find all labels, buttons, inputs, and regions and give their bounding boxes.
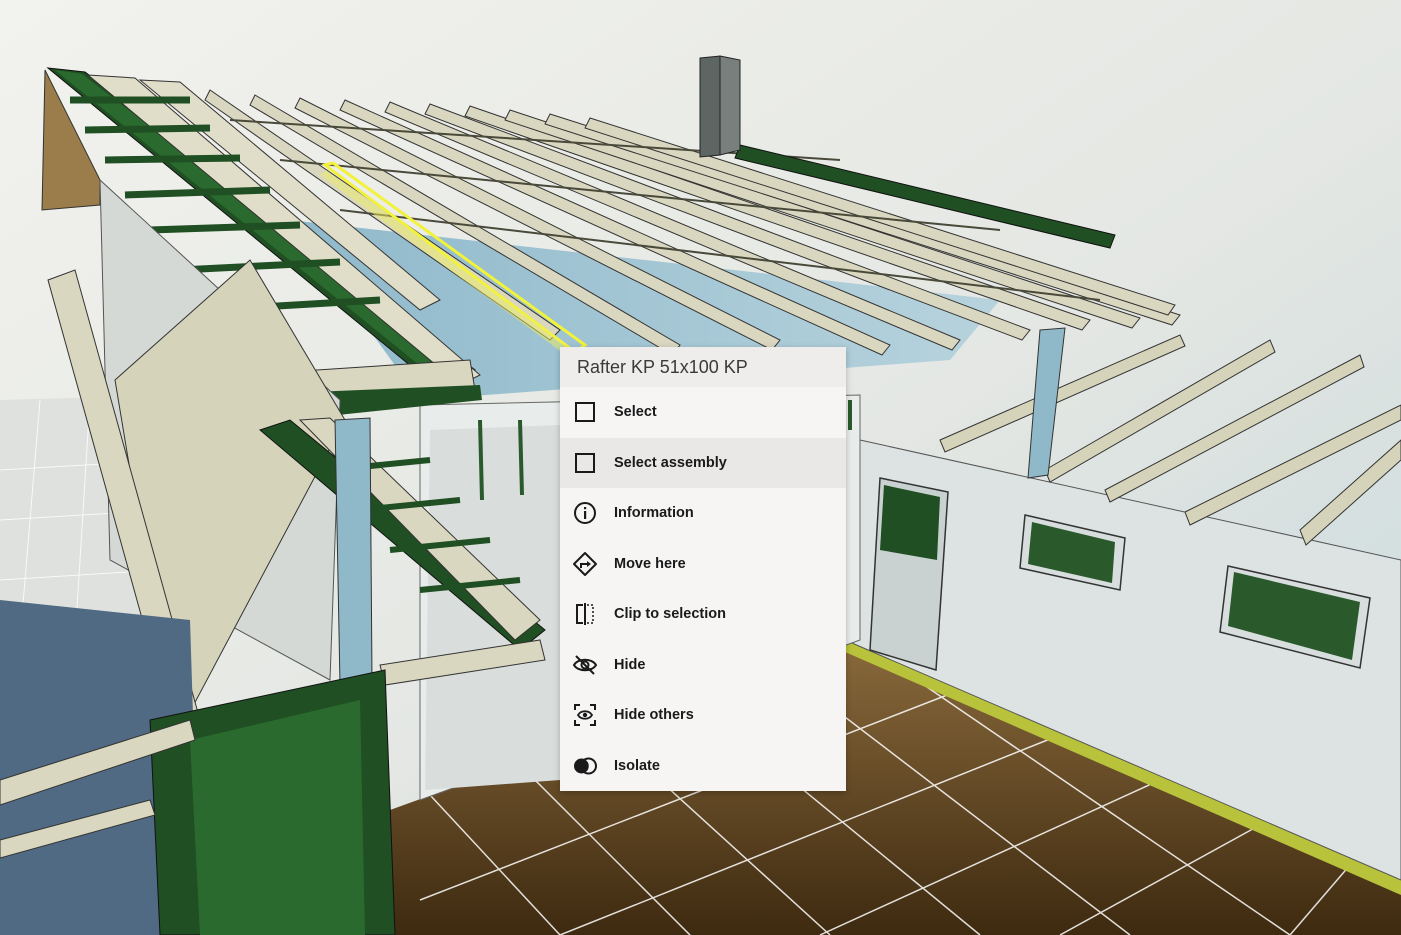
support-post-left <box>334 417 373 686</box>
menu-item-label: Clip to selection <box>614 606 726 623</box>
context-menu-title: Rafter KP 51x100 KP <box>560 347 846 387</box>
menu-item-hide-others[interactable]: Hide others <box>560 690 846 741</box>
3d-viewport[interactable]: Rafter KP 51x100 KP Select Select assemb… <box>0 0 1401 935</box>
menu-item-label: Information <box>614 505 694 522</box>
menu-item-isolate[interactable]: Isolate <box>560 741 846 792</box>
info-circle-icon <box>572 500 598 526</box>
menu-item-hide[interactable]: Hide <box>560 640 846 691</box>
menu-item-label: Move here <box>614 555 686 572</box>
checkbox-empty-icon <box>572 399 598 425</box>
menu-item-label: Isolate <box>614 757 660 774</box>
menu-item-clip-to-selection[interactable]: Clip to selection <box>560 589 846 640</box>
menu-item-label: Select assembly <box>614 454 727 471</box>
isolate-circles-icon <box>572 753 598 779</box>
menu-item-information[interactable]: Information <box>560 488 846 539</box>
eye-focus-icon <box>572 702 598 728</box>
chimney <box>699 55 741 158</box>
context-menu: Rafter KP 51x100 KP Select Select assemb… <box>560 347 846 791</box>
menu-item-select[interactable]: Select <box>560 387 846 438</box>
checkbox-empty-icon <box>572 450 598 476</box>
menu-item-label: Select <box>614 404 657 421</box>
clip-split-icon <box>572 601 598 627</box>
directions-diamond-icon <box>572 551 598 577</box>
menu-item-label: Hide <box>614 656 646 673</box>
menu-item-label: Hide others <box>614 707 694 724</box>
eye-off-icon <box>572 652 598 678</box>
menu-item-move-here[interactable]: Move here <box>560 539 846 590</box>
menu-item-select-assembly[interactable]: Select assembly <box>560 437 846 488</box>
